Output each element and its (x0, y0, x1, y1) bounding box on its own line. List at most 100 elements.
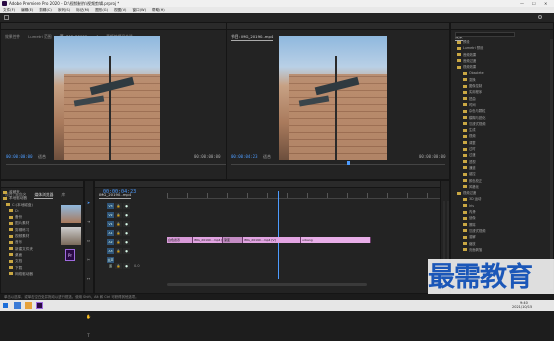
program-video-frame (279, 36, 387, 160)
timeline-clip[interactable]: 渐变 (223, 237, 243, 243)
maximize-button[interactable]: ☐ (532, 1, 536, 6)
playhead-marker[interactable] (347, 161, 350, 165)
tree-item-label: 图片素材 (15, 221, 30, 226)
track-lock-icon[interactable]: 🔒 (115, 212, 122, 218)
minimize-button[interactable]: — (520, 1, 524, 6)
track-label[interactable]: A2 (107, 239, 114, 245)
effects-item-label: 擦除 (469, 222, 476, 227)
thumbnail[interactable] (61, 227, 81, 245)
source-tab[interactable]: Lumetri 范围 (28, 34, 51, 40)
effects-item-label: 3D 运动 (469, 197, 482, 202)
type-tool-icon[interactable]: T (86, 333, 91, 338)
title-bar: Adobe Premiere Pro 2020 - D:\视频制作\视频剪辑.p… (0, 0, 554, 7)
folder-icon (463, 210, 467, 214)
effects-item-label: 通道 (469, 165, 476, 170)
track-label[interactable]: A3 (107, 248, 114, 254)
folder-icon (9, 209, 13, 213)
folder-icon (463, 179, 467, 183)
track-label[interactable]: V1 (107, 221, 114, 227)
folder-icon (9, 221, 13, 225)
effects-item[interactable]: 页面剥落 (457, 247, 553, 253)
track-label[interactable]: V3 (107, 203, 114, 209)
tree-item[interactable]: 网络驱动器 (3, 271, 59, 277)
track-lock-icon[interactable]: 🔒 (115, 221, 122, 227)
project-panel: 项目: 未命名 媒体浏览器库 收藏夹 本地驱动器 C:(本地磁盘) D: 备份 图片素材 剪辑… (0, 180, 84, 294)
effects-item-label: 风格化 (469, 184, 479, 189)
menu-item[interactable]: 剪辑(C) (39, 8, 52, 12)
tree-item-label: C:(本地磁盘) (12, 202, 33, 207)
timeline-clip[interactable]: IMG_20190...mp4 [V] (193, 237, 223, 243)
search-icon[interactable] (538, 15, 542, 19)
taskbar-app-icon[interactable] (14, 302, 21, 309)
taskbar-app-icon[interactable] (25, 302, 32, 309)
windows-start-icon[interactable] (3, 303, 8, 308)
menu-item[interactable]: 编辑(E) (21, 8, 33, 12)
tree-item-label: 下载 (15, 265, 23, 270)
project-tab[interactable]: 库 (61, 192, 65, 198)
selection-tool-icon[interactable]: ➤ (86, 200, 91, 205)
folder-icon (9, 228, 13, 232)
track-lock-icon[interactable]: 🔒 (115, 239, 122, 245)
folder-icon (463, 78, 467, 82)
track-toggle-icon[interactable]: ● (123, 221, 130, 227)
track-toggle-icon[interactable]: ● (123, 230, 130, 236)
effects-item-label: Obsolete (469, 71, 484, 76)
track-lock-icon[interactable]: 🔒 (115, 248, 122, 254)
folder-icon (463, 153, 467, 157)
timeline-clip[interactable]: 白色遮罩 (167, 237, 193, 243)
premiere-file-icon[interactable]: Pr (65, 249, 75, 261)
menu-item[interactable]: 帮助(H) (152, 8, 165, 12)
hand-tool-icon[interactable]: ✋ (86, 314, 91, 319)
track-lock-icon[interactable]: 🔒 (115, 263, 122, 269)
thumbnail[interactable] (61, 205, 81, 223)
menu-item[interactable]: 图形(G) (95, 8, 108, 12)
menu-item[interactable]: 视图(V) (114, 8, 126, 12)
track-label[interactable]: V2 (107, 212, 114, 218)
menu-item[interactable]: 窗口(W) (132, 8, 146, 12)
track-toggle-icon[interactable]: ● (123, 239, 130, 245)
ripple-edit-icon[interactable]: ⇔ (86, 238, 91, 243)
window-title: Adobe Premiere Pro 2020 - D:\视频制作\视频剪辑.p… (9, 1, 120, 6)
folder-icon (9, 253, 13, 257)
menu-item[interactable]: 文件(F) (3, 8, 15, 12)
program-fit-dropdown[interactable]: 适合 (263, 154, 271, 159)
track-toggle-icon[interactable]: ● (123, 248, 130, 254)
menu-item[interactable]: 标记(M) (76, 8, 89, 12)
source-tab[interactable]: 效果控件 (5, 34, 20, 40)
timeline-clip[interactable]: urbang (301, 237, 371, 243)
track-header: A2 🔒 ● (107, 239, 157, 246)
folder-icon (463, 134, 467, 138)
tree-item-label: 桌面 (15, 252, 23, 257)
time-ruler[interactable] (167, 193, 447, 199)
folder-icon (463, 197, 467, 201)
track-lock-icon[interactable]: 🔒 (115, 203, 122, 209)
timeline-clip[interactable]: IMG_20190...mp4 [V] (243, 237, 301, 243)
effects-item-label: 预设 (463, 40, 470, 44)
close-button[interactable]: ✕ (544, 1, 547, 6)
taskbar-premiere-icon[interactable] (36, 302, 43, 309)
track-label[interactable]: A1 (107, 230, 114, 236)
track-toggle-icon[interactable]: ● (123, 263, 130, 269)
track-toggle-icon[interactable]: ● (123, 203, 130, 209)
timeline-scrollbar[interactable] (167, 283, 367, 286)
track-select-icon[interactable]: ⇥ (86, 219, 91, 224)
program-tab[interactable]: 节目: IMG_20190..mp4 (231, 34, 274, 41)
effects-search-input[interactable] (455, 32, 515, 37)
menu-item[interactable]: 序列(S) (58, 8, 70, 12)
program-monitor-panel: 节目: IMG_20190..mp4 00:00:04:23 适合 00:00:… (226, 22, 450, 184)
status-text: 单击以选择，或单击空白处并拖动以进行框选。使用 Shift、Alt 和 Ctrl… (4, 294, 139, 299)
home-icon[interactable] (4, 15, 9, 20)
track-toggle-icon[interactable]: ● (123, 212, 130, 218)
source-timecode: 00:00:00:00 (6, 154, 33, 159)
effects-scrollbar[interactable] (550, 39, 553, 289)
program-scrubber[interactable] (231, 161, 445, 165)
source-fit-dropdown[interactable]: 适合 (38, 154, 46, 159)
folder-icon (463, 172, 467, 176)
taskbar: 9:40 2021/10/15 (0, 300, 554, 311)
playhead-line[interactable] (278, 191, 279, 279)
razor-tool-icon[interactable]: ✂ (86, 257, 91, 262)
slip-tool-icon[interactable]: ↔ (86, 276, 91, 281)
workspace-bar: 学习组件编辑颜色效果音频图形库 (0, 13, 554, 33)
track-label[interactable]: 主声道 (107, 257, 114, 268)
track-lock-icon[interactable]: 🔒 (115, 230, 122, 236)
